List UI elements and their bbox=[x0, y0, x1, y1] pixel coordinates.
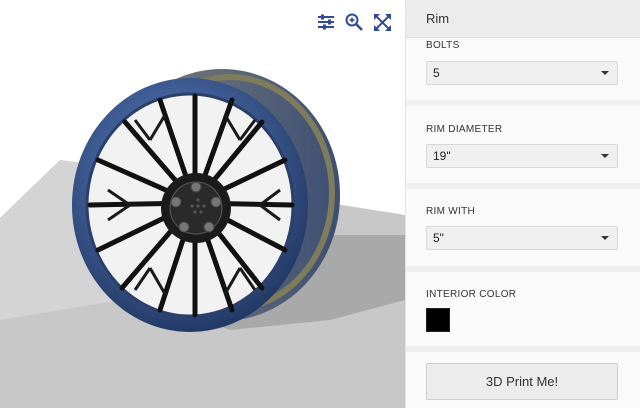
sliders-icon[interactable] bbox=[316, 12, 336, 32]
rim-diameter-value: 19" bbox=[433, 149, 451, 163]
chevron-down-icon bbox=[601, 154, 609, 158]
rim-width-section: RIM WITH 5" bbox=[406, 189, 640, 266]
rim-width-value: 5" bbox=[433, 231, 444, 245]
viewer-toolbar bbox=[316, 12, 392, 32]
3d-print-button[interactable]: 3D Print Me! bbox=[426, 363, 618, 400]
chevron-down-icon bbox=[601, 236, 609, 240]
panel-title: Rim bbox=[406, 0, 640, 38]
bolts-section: BOLTS 5 bbox=[406, 38, 640, 100]
rim-width-label: RIM WITH bbox=[426, 206, 476, 217]
zoom-in-icon[interactable] bbox=[344, 12, 364, 32]
print-section: 3D Print Me! bbox=[406, 352, 640, 408]
interior-color-label: INTERIOR COLOR bbox=[426, 289, 517, 300]
rim-diameter-label: RIM DIAMETER bbox=[426, 124, 503, 135]
bolts-value: 5 bbox=[433, 66, 440, 80]
bolts-select[interactable]: 5 bbox=[426, 61, 618, 85]
rim-diameter-select[interactable]: 19" bbox=[426, 144, 618, 168]
bolts-label: BOLTS bbox=[426, 40, 460, 51]
interior-color-section: INTERIOR COLOR bbox=[406, 272, 640, 346]
interior-color-swatch[interactable] bbox=[426, 308, 450, 332]
rim-diameter-section: RIM DIAMETER 19" bbox=[406, 106, 640, 183]
3d-viewer[interactable] bbox=[0, 0, 405, 408]
fullscreen-icon[interactable] bbox=[372, 12, 392, 32]
rim-3d-render[interactable] bbox=[0, 0, 405, 408]
configuration-panel: Rim BOLTS 5 RIM DIAMETER 19" RIM WITH 5"… bbox=[405, 0, 640, 408]
rim-width-select[interactable]: 5" bbox=[426, 226, 618, 250]
chevron-down-icon bbox=[601, 71, 609, 75]
